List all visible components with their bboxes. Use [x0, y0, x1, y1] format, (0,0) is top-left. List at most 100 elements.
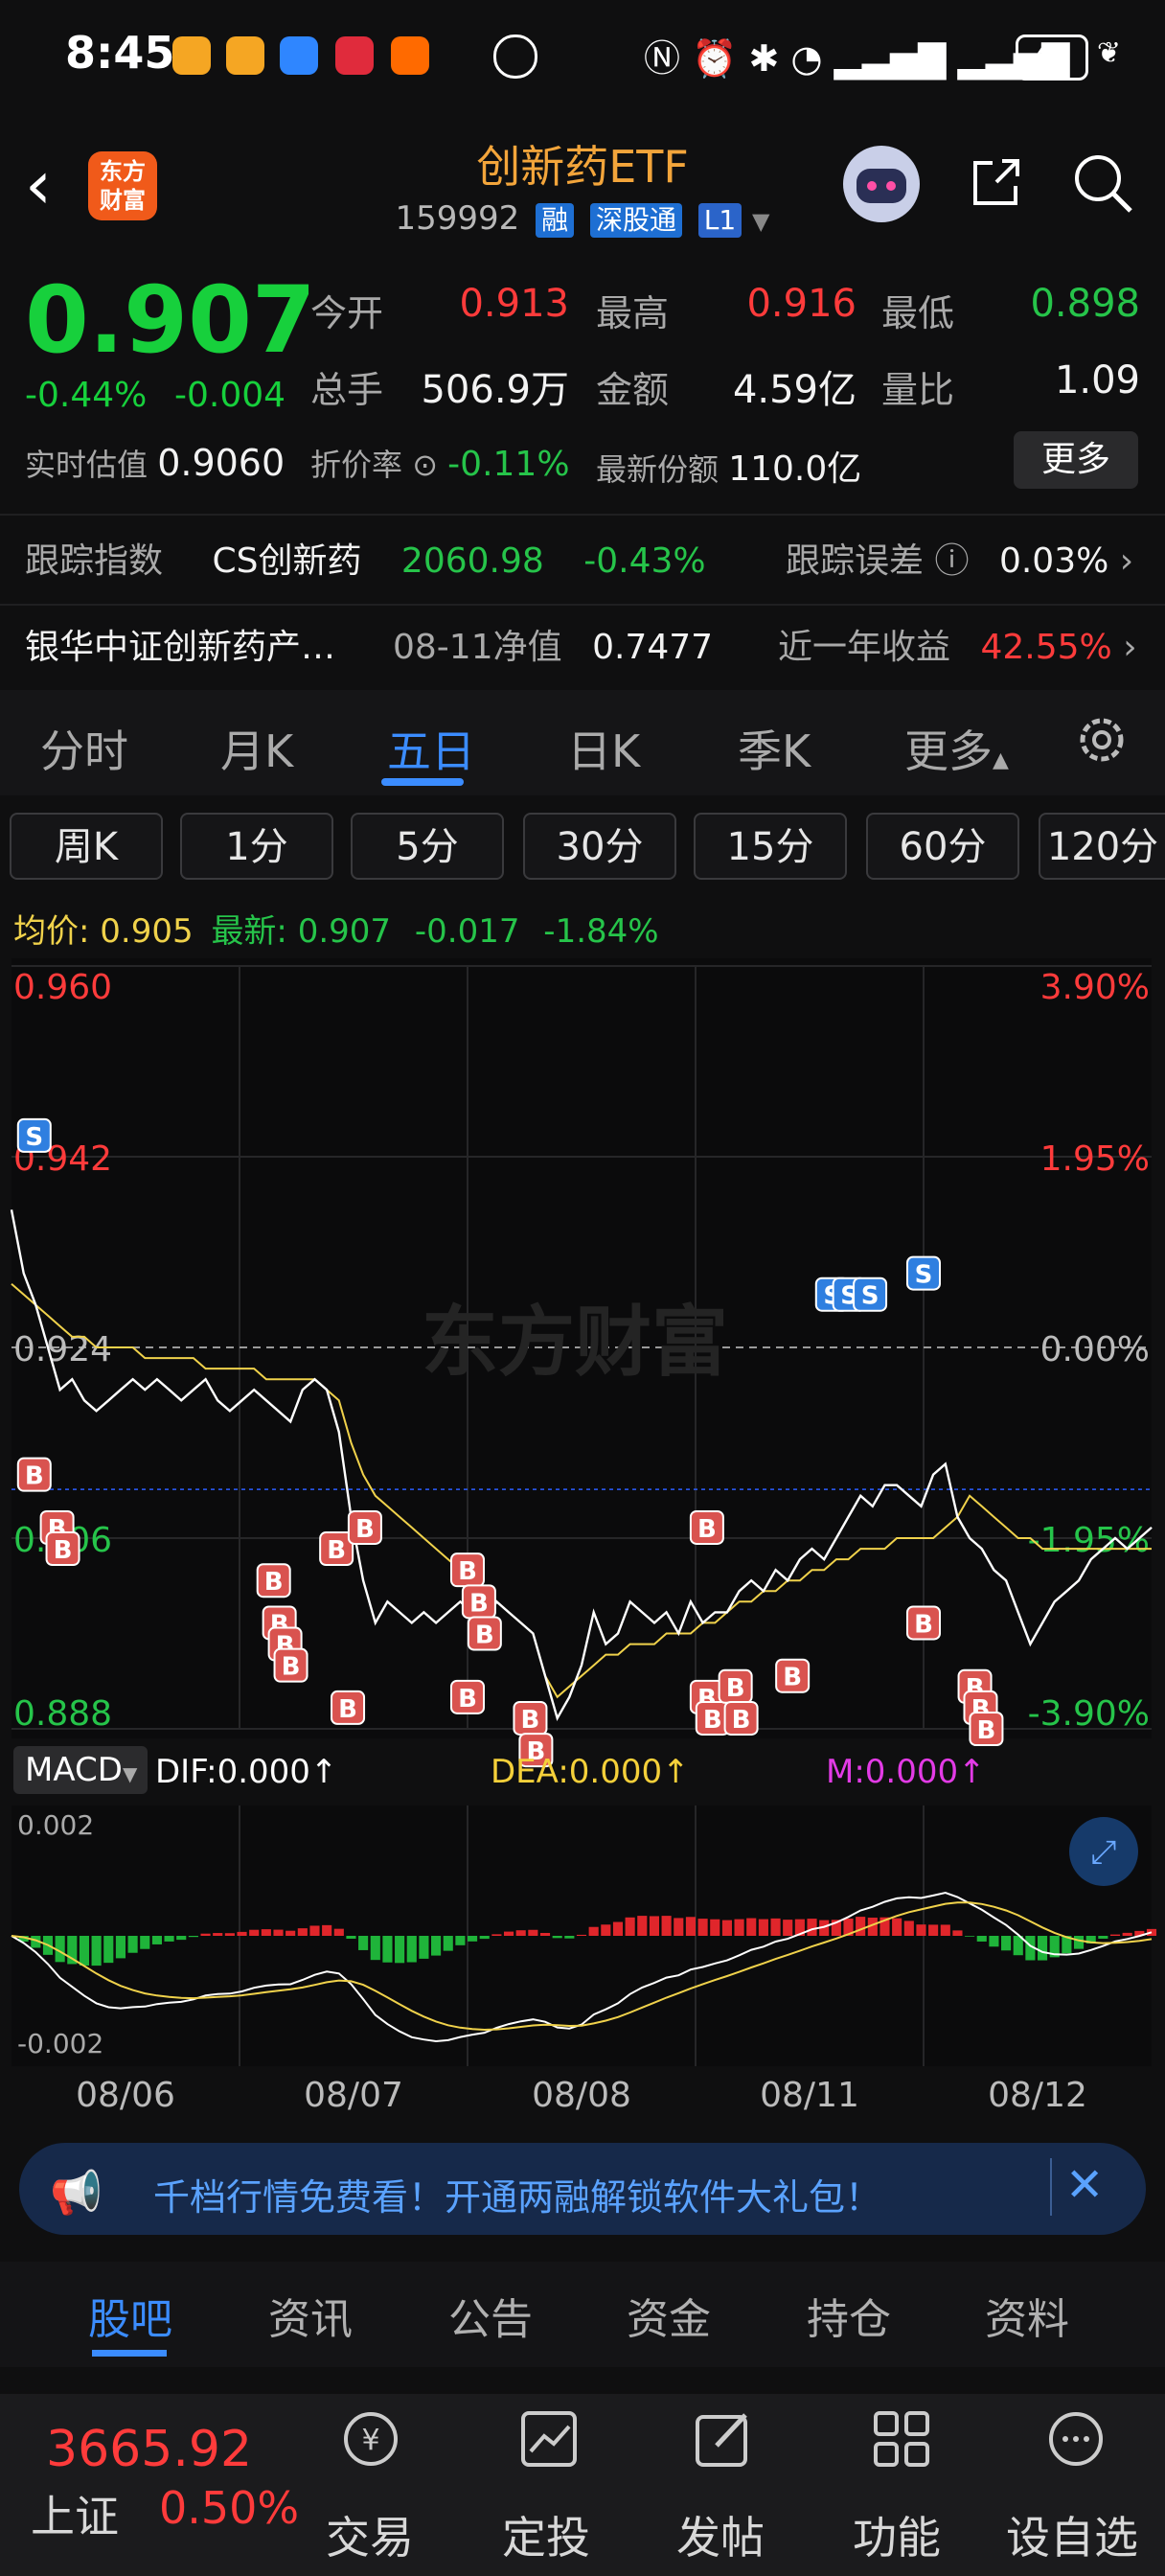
megaphone-icon: 📢 — [50, 2169, 103, 2218]
nav-trade[interactable]: 交易 — [326, 2503, 414, 2566]
tab-funds[interactable]: 资金 — [627, 2285, 711, 2346]
tab-five-day[interactable]: 五日 — [387, 717, 475, 780]
more-button[interactable]: 更多 — [1014, 431, 1138, 489]
amount-label: 金额 — [596, 369, 670, 411]
macd-bar — [916, 1924, 926, 1936]
tab-announcements[interactable]: 公告 — [448, 2285, 533, 2346]
nav-post[interactable]: 发帖 — [676, 2503, 765, 2566]
ratio-value: 1.09 — [1054, 358, 1140, 402]
price-tick-label: 0.960 — [13, 968, 112, 1007]
watchlist-icon[interactable] — [1042, 2405, 1109, 2472]
marker-label: B — [732, 1706, 751, 1735]
macd-bar — [1038, 1936, 1048, 1961]
leaf-icon: ❦ — [1096, 36, 1121, 70]
period-60min[interactable]: 60分 — [866, 813, 1019, 880]
marker-label: B — [327, 1536, 346, 1565]
macd-bar — [1122, 1932, 1132, 1936]
macd-bar — [1098, 1936, 1108, 1939]
period-15min[interactable]: 15分 — [694, 813, 847, 880]
trade-icon[interactable]: ¥ — [337, 2405, 404, 2472]
active-tab-indicator — [381, 778, 464, 786]
macd-bar — [213, 1933, 223, 1936]
robot-assistant-icon[interactable] — [843, 146, 920, 222]
info-icon[interactable]: ⊙ — [412, 447, 438, 483]
sh-index-name[interactable]: 上证 — [31, 2482, 119, 2545]
post-icon[interactable] — [690, 2405, 757, 2472]
close-icon[interactable]: ✕ — [1065, 2158, 1104, 2212]
macd-bar — [758, 1919, 768, 1936]
tab-forum[interactable]: 股吧 — [88, 2285, 172, 2346]
tab-quarterly[interactable]: 季K — [738, 717, 811, 780]
macd-bar — [661, 1916, 672, 1936]
macd-bar — [552, 1936, 562, 1939]
pct-tick-label: 0.00% — [1040, 1330, 1150, 1369]
search-icon[interactable] — [1071, 151, 1134, 215]
macd-label: MACD — [25, 1751, 123, 1789]
marker-label: B — [977, 1716, 996, 1745]
fund-row[interactable]: 银华中证创新药产… — [25, 619, 335, 669]
tab-news[interactable]: 资讯 — [268, 2285, 353, 2346]
marker-label: B — [338, 1695, 357, 1724]
macd-bar — [309, 1925, 320, 1936]
macd-bar — [115, 1936, 126, 1959]
battery-indicator: 45 — [1016, 34, 1088, 80]
help-icon[interactable]: ⓘ — [934, 541, 969, 581]
chevron-down-icon[interactable]: ▼ — [752, 208, 769, 235]
gear-icon[interactable] — [1073, 711, 1131, 769]
sh-index-value[interactable]: 3665.92 — [46, 2421, 252, 2478]
yearly-value: 42.55% — [980, 628, 1112, 667]
macd-bar — [601, 1924, 611, 1936]
pct-tick-label: 3.90% — [1040, 968, 1150, 1007]
estimate-value: 0.9060 — [157, 442, 286, 484]
macd-bar — [697, 1919, 708, 1936]
period-120min[interactable]: 120分 — [1039, 813, 1165, 880]
period-week[interactable]: 周K — [10, 813, 163, 880]
tab-daily[interactable]: 日K — [567, 717, 640, 780]
sell-marker: S — [853, 1276, 888, 1312]
period-5min[interactable]: 5分 — [351, 813, 504, 880]
tab-intraday[interactable]: 分时 — [40, 717, 128, 780]
change-amount: -0.004 — [174, 376, 286, 415]
macd-bar — [612, 1921, 624, 1936]
macd-bar — [625, 1917, 635, 1936]
nav-watchlist[interactable]: 设自选 — [1006, 2503, 1138, 2566]
invest-plan-icon[interactable] — [515, 2405, 582, 2472]
buy-marker: B — [969, 1712, 1004, 1746]
marker-label: S — [915, 1261, 933, 1290]
tab-monthly[interactable]: 月K — [220, 717, 293, 780]
five-day-chart[interactable]: 东方财富 0.9600.9420.9240.9060.888 3.90%1.95… — [0, 958, 1165, 2128]
tab-profile[interactable]: 资料 — [985, 2285, 1069, 2346]
nav-functions[interactable]: 功能 — [853, 2503, 941, 2566]
nav-invest-plan[interactable]: 定投 — [502, 2503, 590, 2566]
promo-text[interactable]: 千档行情免费看！开通两融解锁软件大礼包！ — [153, 2168, 881, 2220]
macd-bar — [358, 1936, 369, 1950]
ratio-label: 量比 — [881, 369, 955, 411]
tab-more[interactable]: 更多▲ — [904, 717, 1009, 780]
premium-value: -0.11% — [447, 445, 570, 484]
functions-icon[interactable] — [868, 2405, 935, 2472]
tracking-error-row[interactable]: 跟踪误差 ⓘ 0.03% › — [786, 533, 1133, 583]
tracking-error-label: 跟踪误差 — [786, 541, 925, 581]
marker-label: B — [783, 1664, 802, 1692]
share-icon[interactable] — [968, 153, 1025, 211]
volume-label: 总手 — [310, 369, 384, 411]
status-bar: 8:45 Ⓝ ⏰ ✱ ◔ ▂▃▅▇ ▂▃▅▇ 45 ❦ — [0, 0, 1165, 115]
macd-bar — [346, 1936, 356, 1940]
macd-bar — [674, 1918, 684, 1936]
macd-bar — [237, 1931, 247, 1936]
index-name: CS创新药 — [212, 541, 362, 581]
notification-app-icon — [335, 36, 374, 75]
macd-bar — [200, 1933, 211, 1936]
marker-label: B — [726, 1674, 745, 1703]
macd-bar — [468, 1936, 478, 1942]
period-1min[interactable]: 1分 — [180, 813, 333, 880]
sh-index-change[interactable]: 0.50% — [159, 2482, 299, 2534]
macd-bar — [989, 1936, 999, 1947]
macd-bar — [406, 1936, 417, 1963]
tracking-index-row[interactable]: 跟踪指数 CS创新药 2060.98 -0.43% — [25, 533, 706, 583]
period-30min[interactable]: 30分 — [523, 813, 676, 880]
buy-marker: B — [689, 1509, 724, 1545]
macd-tick-bottom: -0.002 — [17, 2028, 103, 2059]
yearly-row[interactable]: 近一年收益 42.55% › — [778, 619, 1137, 669]
tab-holdings[interactable]: 持仓 — [807, 2285, 891, 2346]
